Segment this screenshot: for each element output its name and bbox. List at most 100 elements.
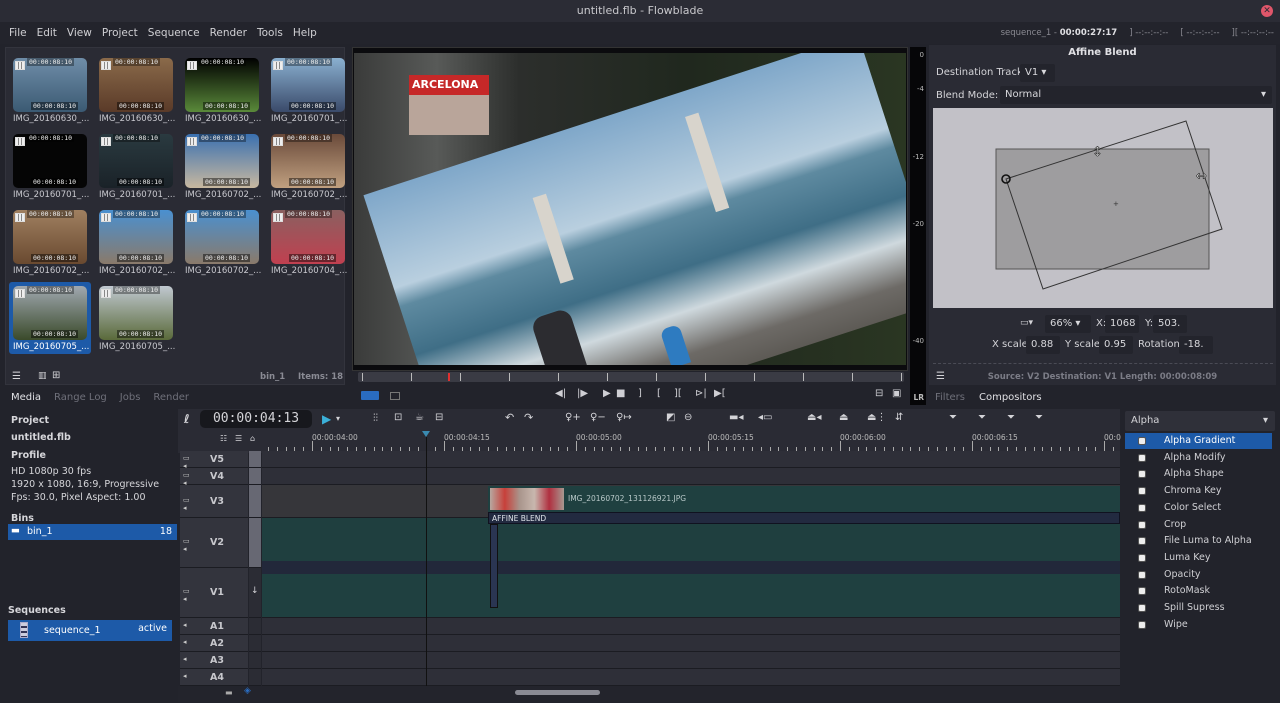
zoom-slider-icon[interactable]: ▬ xyxy=(225,688,233,697)
mark-in-button[interactable]: [ xyxy=(657,388,661,399)
track-lane[interactable] xyxy=(262,618,1120,635)
track-lane[interactable] xyxy=(262,468,1120,485)
sequence-row[interactable]: sequence_1 active xyxy=(8,620,172,641)
tab-render[interactable]: Render xyxy=(153,392,189,403)
media-item[interactable]: 00:00:08:10 00:00:08:10 IMG_20160702_... xyxy=(181,206,263,278)
media-item[interactable]: 00:00:08:10 00:00:08:10 IMG_20160702_... xyxy=(9,206,91,278)
menu-tools[interactable]: Tools xyxy=(252,27,288,39)
media-item[interactable]: 00:00:08:10 00:00:08:10 IMG_20160705_... xyxy=(9,282,91,354)
track-header[interactable]: ◂ A2 xyxy=(180,635,248,652)
lift-icon[interactable]: ▬◂ xyxy=(729,412,743,423)
track-header[interactable]: ◂ A3 xyxy=(180,652,248,669)
menu-file[interactable]: File xyxy=(4,27,32,39)
next-frame-button[interactable]: |▶ xyxy=(577,388,588,399)
menu-icon[interactable]: ☰ xyxy=(12,371,21,382)
tab-media[interactable]: Media xyxy=(11,392,41,403)
to-mark-out-button[interactable]: ▶[ xyxy=(714,388,726,399)
menu-sequence[interactable]: Sequence xyxy=(143,27,205,39)
clip-view-icon[interactable] xyxy=(390,392,400,400)
render-icon[interactable]: ☕ xyxy=(415,412,424,423)
track-list-icon[interactable]: ☰ xyxy=(235,434,242,443)
video-audio-toggle-icon[interactable]: ▭ ◂ xyxy=(183,537,190,553)
zoom-fit-icon[interactable]: ♀↦ xyxy=(616,412,632,423)
menu-view[interactable]: View xyxy=(62,27,97,39)
video-monitor[interactable]: ARCELONA xyxy=(352,47,908,371)
lock-icon[interactable]: ⌂ xyxy=(250,434,255,443)
insert-range-icon[interactable]: ⏷ xyxy=(978,412,986,423)
audio-icon[interactable]: ◂ xyxy=(183,621,187,629)
compositor-list-item[interactable]: File Luma to Alpha xyxy=(1125,533,1272,549)
track-lane[interactable] xyxy=(262,669,1120,686)
audio-icon[interactable]: ◂ xyxy=(183,672,187,680)
columns-icon[interactable]: ▥ xyxy=(38,371,47,381)
media-link-icon[interactable]: ⊟ xyxy=(435,412,443,423)
compositor-list-item[interactable]: Opacity xyxy=(1125,567,1272,583)
cut-icon[interactable]: ⏏◂ xyxy=(807,412,821,423)
track-header[interactable]: ◂ A4 xyxy=(180,669,248,686)
timecode-display[interactable]: 00:00:04:13 xyxy=(200,410,312,428)
menu-edit[interactable]: Edit xyxy=(32,27,62,39)
affine-geometry-editor[interactable]: ↕ ↔ + xyxy=(933,108,1273,308)
track-header[interactable]: ◂ A1 xyxy=(180,618,248,635)
tab-filters[interactable]: Filters xyxy=(935,392,965,403)
prev-frame-button[interactable]: ◀| xyxy=(555,388,566,399)
edit-tool-icon[interactable]: ▶ xyxy=(322,412,331,426)
destination-track-select[interactable]: V1 ▾ xyxy=(1020,64,1055,82)
playhead-line[interactable] xyxy=(426,437,427,687)
rotation-input[interactable]: -18. xyxy=(1179,336,1213,354)
media-item[interactable]: 00:00:08:10 00:00:08:10 IMG_20160630_... xyxy=(95,54,177,126)
tab-compositors[interactable]: Compositors xyxy=(979,392,1042,403)
track-lock-column[interactable] xyxy=(249,485,261,518)
compositor-list-item[interactable]: Chroma Key xyxy=(1125,483,1272,499)
menu-render[interactable]: Render xyxy=(205,27,252,39)
track-header[interactable]: ▭ ◂ V4 xyxy=(180,468,248,487)
overwrite-icon[interactable]: ⇵ xyxy=(895,412,903,423)
media-item[interactable]: 00:00:08:10 00:00:08:10 IMG_20160702_... xyxy=(181,130,263,202)
zoom-select[interactable]: 66% ▾ xyxy=(1045,315,1091,333)
geometry-canvas[interactable]: ↕ ↔ + xyxy=(933,108,1273,308)
monitor-layout-icon[interactable]: ⊟ xyxy=(875,388,883,399)
track-lock-column[interactable]: ↓ xyxy=(249,568,261,618)
track-lane[interactable] xyxy=(262,568,1120,618)
overwrite-range-icon[interactable]: ⏷ xyxy=(1007,412,1015,423)
video-audio-toggle-icon[interactable]: ▭ ◂ xyxy=(183,587,190,603)
bin-row[interactable]: ▬ bin_1 18 xyxy=(8,524,177,540)
zoom-handle-icon[interactable]: ◈ xyxy=(244,686,251,696)
compositor-list-item[interactable]: RotoMask xyxy=(1125,583,1272,599)
tab-range-log[interactable]: Range Log xyxy=(54,392,107,403)
timeline-scrollbar[interactable] xyxy=(515,690,600,695)
media-item[interactable]: 00:00:08:10 00:00:08:10 IMG_20160630_... xyxy=(9,54,91,126)
track-lock-column[interactable] xyxy=(249,468,261,485)
redo-icon[interactable]: ↷ xyxy=(524,411,533,424)
monitor-size-icon[interactable]: ▣ xyxy=(892,388,901,399)
expand-tracks-icon[interactable]: ☷ xyxy=(220,434,227,443)
view-mode-icon[interactable]: ▭▾ xyxy=(1020,318,1033,328)
close-icon[interactable]: ✕ xyxy=(1261,5,1273,17)
grid-view-icon[interactable]: ⊞ xyxy=(52,370,60,381)
track-lane[interactable] xyxy=(262,635,1120,652)
track-lock-column[interactable] xyxy=(249,635,261,652)
media-item[interactable]: 00:00:08:10 00:00:08:10 IMG_20160705_... xyxy=(95,282,177,354)
compositor-list-item[interactable]: Crop xyxy=(1125,517,1272,533)
resync-icon[interactable]: ◩ xyxy=(666,412,675,423)
track-header[interactable]: ▭ ◂ V5 xyxy=(180,451,248,470)
compositor-clip[interactable]: AFFINE BLEND xyxy=(488,512,1120,524)
compositor-list-item[interactable]: Alpha Modify xyxy=(1125,450,1272,466)
compositor-list-item[interactable]: Spill Supress xyxy=(1125,600,1272,616)
track-header[interactable]: ▭ ◂ V2 xyxy=(180,518,248,568)
mixer-icon[interactable]: ⫶⫶ xyxy=(373,413,378,424)
compositor-list-item[interactable]: Alpha Shape xyxy=(1125,466,1272,482)
video-audio-toggle-icon[interactable]: ▭ ◂ xyxy=(183,496,190,512)
splice-out-icon[interactable]: ⏏ xyxy=(839,412,848,423)
yscale-input[interactable]: 0.95 xyxy=(1099,336,1133,354)
compositor-list-item[interactable]: Luma Key xyxy=(1125,550,1272,566)
compositor-list-item[interactable]: Wipe xyxy=(1125,617,1272,633)
timeline-clip[interactable]: IMG_20160702_131126921.JPG xyxy=(488,486,1120,512)
x-input[interactable]: 1068 xyxy=(1105,315,1139,333)
append-icon[interactable]: ⏷ xyxy=(949,412,957,423)
audio-icon[interactable]: ◂ xyxy=(183,655,187,663)
track-lock-column[interactable] xyxy=(249,451,261,468)
xscale-input[interactable]: 0.88 xyxy=(1026,336,1060,354)
zoom-out-icon[interactable]: ♀− xyxy=(590,412,606,423)
media-item[interactable]: 00:00:08:10 00:00:08:10 IMG_20160702_... xyxy=(267,130,349,202)
